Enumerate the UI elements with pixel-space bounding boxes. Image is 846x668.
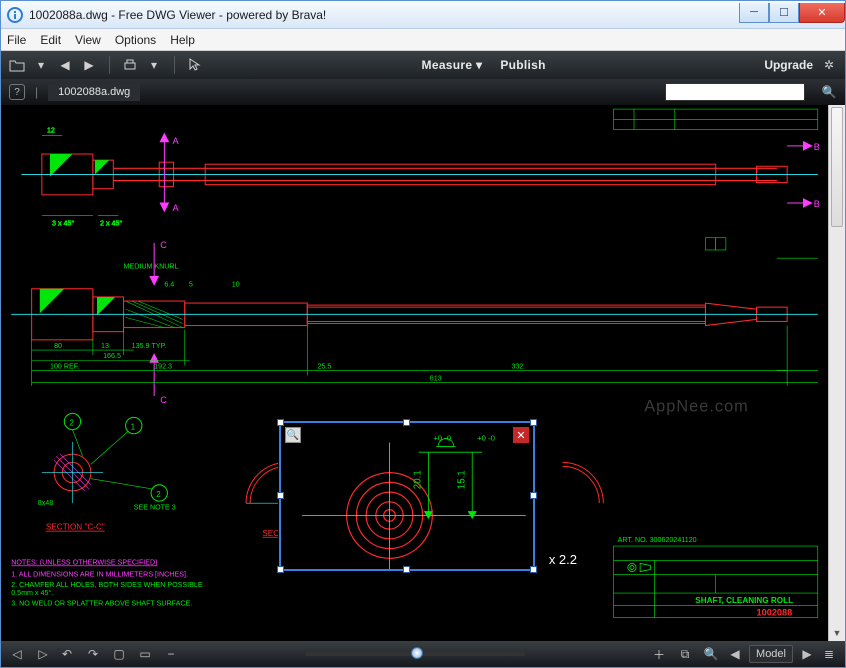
measure-menu[interactable]: Measure ▾ — [422, 58, 483, 72]
zoom-slider-knob[interactable] — [411, 647, 423, 659]
svg-text:MEDIUM KNURL: MEDIUM KNURL — [124, 262, 179, 270]
svg-text:20.1: 20.1 — [413, 470, 424, 489]
svg-text:A: A — [173, 203, 180, 213]
print-icon[interactable] — [122, 57, 138, 73]
help-icon[interactable]: ? — [9, 84, 25, 100]
svg-text:3 x 45°: 3 x 45° — [52, 219, 74, 227]
dropdown-caret-icon-2[interactable]: ▾ — [146, 57, 162, 73]
svg-text:2 x 45°: 2 x 45° — [100, 219, 122, 227]
search-input[interactable] — [665, 83, 805, 101]
svg-text:AppNee.com: AppNee.com — [644, 397, 749, 415]
maximize-button[interactable]: ☐ — [769, 3, 799, 23]
svg-text:613: 613 — [430, 375, 442, 383]
search-icon[interactable]: 🔍 — [821, 84, 837, 100]
menu-options[interactable]: Options — [115, 33, 156, 47]
menu-edit[interactable]: Edit — [40, 33, 61, 47]
svg-text:166.5: 166.5 — [103, 352, 121, 360]
svg-text:3. NO WELD OR SPLATTER ABOVE: 3. NO WELD OR SPLATTER ABOVE SHAFT SURFA… — [11, 599, 192, 607]
svg-text:+0 -0: +0 -0 — [477, 434, 496, 443]
magnifier-tool-icon[interactable]: 🔍 — [703, 646, 719, 662]
tab-bar: ? | 1002088a.dwg 🔍 — [1, 79, 845, 105]
model-next-icon[interactable]: ▶ — [799, 646, 815, 662]
open-icon[interactable] — [9, 57, 25, 73]
upgrade-button[interactable]: Upgrade — [764, 58, 813, 72]
svg-text:25.5: 25.5 — [318, 362, 332, 370]
model-prev-icon[interactable]: ◀ — [727, 646, 743, 662]
svg-text:SECTION "C-C": SECTION "C-C" — [46, 523, 105, 532]
magnifier-factor: x 2.2 — [549, 552, 577, 567]
svg-text:13: 13 — [101, 342, 109, 350]
svg-text:1. ALL DIMENSIONS ARE IN MIL: 1. ALL DIMENSIONS ARE IN MILLIMETERS [IN… — [11, 571, 188, 579]
app-icon — [7, 7, 23, 23]
zoom-slider[interactable] — [305, 652, 525, 656]
scroll-thumb[interactable] — [831, 107, 843, 227]
close-button[interactable]: ✕ — [799, 3, 845, 23]
svg-text:192.3: 192.3 — [154, 362, 172, 370]
svg-text:12: 12 — [47, 127, 55, 135]
menu-file[interactable]: File — [7, 33, 26, 47]
svg-text:5: 5 — [189, 281, 193, 289]
svg-text:C: C — [160, 240, 167, 250]
magnifier-window[interactable]: 🔍 ✕ — [279, 421, 535, 571]
drawing-canvas[interactable]: A A B B 12 3 x 45° 2 x 45° — [1, 105, 828, 641]
svg-text:B: B — [814, 199, 820, 209]
window-title: 1002088a.dwg - Free DWG Viewer - powered… — [29, 8, 739, 22]
svg-text:SHAFT, CLEANING ROLL: SHAFT, CLEANING ROLL — [695, 596, 793, 605]
nav-forward-icon[interactable]: ▶ — [81, 57, 97, 73]
main-toolbar: ▾ ◀ ▶ ▾ Measure ▾ Publish Upgrade ✲ — [1, 51, 845, 79]
zoom-region-icon[interactable]: ⧉ — [677, 646, 693, 662]
svg-text:+0 -0: +0 -0 — [433, 434, 452, 443]
publish-menu[interactable]: Publish — [500, 58, 545, 72]
fit-width-icon[interactable]: ▭ — [137, 646, 153, 662]
magnifier-close-button[interactable]: ✕ — [513, 427, 529, 443]
svg-text:80: 80 — [54, 342, 62, 350]
fit-page-icon[interactable]: ▢ — [111, 646, 127, 662]
menu-help[interactable]: Help — [170, 33, 195, 47]
svg-text:8x48: 8x48 — [38, 499, 53, 507]
page-prev-icon[interactable]: ◁ — [9, 646, 25, 662]
magnifier-content: 20.1 15.1 +0 -0 +0 -0 — [281, 423, 533, 569]
svg-text:NOTES: (UNLESS OTHERWISE SPECI: NOTES: (UNLESS OTHERWISE SPECIFIED) — [11, 558, 157, 566]
svg-text:C: C — [160, 395, 167, 405]
svg-text:15.1: 15.1 — [456, 470, 467, 489]
status-bar: ◁ ▷ ↶ ↷ ▢ ▭ − ＋ ⧉ 🔍 ◀ Model ▶ ≣ — [1, 641, 845, 667]
document-tab[interactable]: 1002088a.dwg — [48, 83, 140, 101]
svg-text:SEE NOTE 3: SEE NOTE 3 — [134, 503, 176, 511]
svg-text:A: A — [173, 136, 180, 146]
svg-text:135.9 TYP.: 135.9 TYP. — [132, 342, 167, 350]
cursor-icon[interactable] — [187, 57, 203, 73]
nav-back-icon[interactable]: ◀ — [57, 57, 73, 73]
rotate-ccw-icon[interactable]: ↶ — [59, 646, 75, 662]
svg-text:2. CHAMFER ALL HOLES, BOTH S: 2. CHAMFER ALL HOLES, BOTH SIDES WHEN PO… — [11, 581, 203, 589]
svg-text:2: 2 — [69, 419, 74, 428]
svg-text:0.5mm x 45°.: 0.5mm x 45°. — [11, 589, 53, 597]
scroll-down-icon[interactable]: ▼ — [829, 624, 845, 641]
svg-text:10: 10 — [232, 281, 240, 289]
model-tab[interactable]: Model — [749, 645, 793, 663]
page-next-icon[interactable]: ▷ — [35, 646, 51, 662]
layers-icon[interactable]: ≣ — [821, 646, 837, 662]
zoom-out-icon[interactable]: − — [163, 646, 179, 662]
titlebar: 1002088a.dwg - Free DWG Viewer - powered… — [1, 1, 845, 29]
zoom-in-icon[interactable]: ＋ — [651, 646, 667, 662]
svg-text:B: B — [814, 142, 820, 152]
gear-icon[interactable]: ✲ — [821, 57, 837, 73]
svg-text:332: 332 — [511, 362, 523, 370]
dropdown-caret-icon[interactable]: ▾ — [33, 57, 49, 73]
minimize-button[interactable]: ─ — [739, 3, 769, 23]
svg-text:2: 2 — [156, 490, 161, 499]
vertical-scrollbar[interactable]: ▲ ▼ — [828, 105, 845, 641]
magnifier-zoom-icon[interactable]: 🔍 — [285, 427, 301, 443]
rotate-cw-icon[interactable]: ↷ — [85, 646, 101, 662]
svg-text:6.4: 6.4 — [164, 281, 174, 289]
svg-text:ART. NO. 300620241120: ART. NO. 300620241120 — [618, 536, 697, 544]
svg-text:1: 1 — [131, 423, 136, 432]
menubar: File Edit View Options Help — [1, 29, 845, 51]
svg-text:100 REF.: 100 REF. — [50, 362, 79, 370]
menu-view[interactable]: View — [75, 33, 101, 47]
svg-text:1002088: 1002088 — [757, 607, 793, 617]
